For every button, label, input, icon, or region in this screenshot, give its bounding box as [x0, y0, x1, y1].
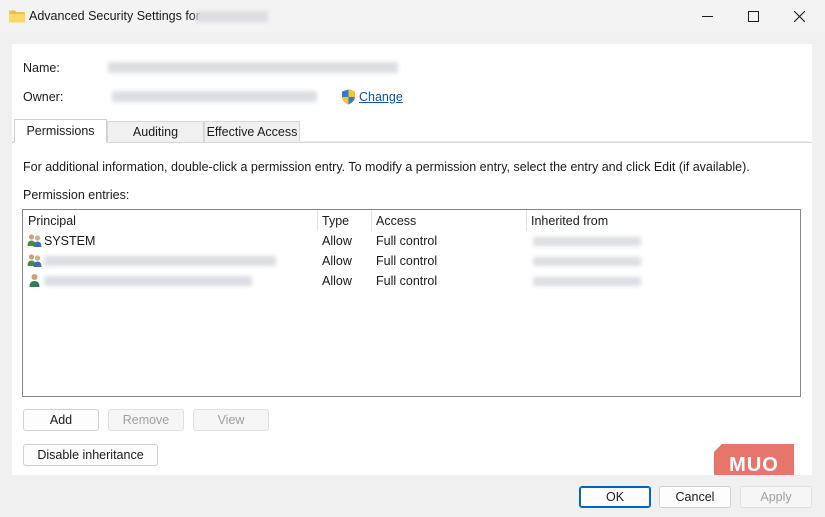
column-header-type[interactable]: Type: [322, 214, 349, 228]
column-divider[interactable]: [317, 210, 318, 231]
cancel-button-label: Cancel: [675, 490, 715, 504]
access-cell: Full control: [376, 254, 438, 268]
maximize-button[interactable]: [730, 0, 776, 32]
change-owner-link[interactable]: Change: [341, 89, 403, 105]
permission-entries-label: Permission entries:: [23, 188, 130, 202]
cancel-button[interactable]: Cancel: [659, 486, 731, 508]
redacted-owner-value: [112, 91, 317, 102]
permissions-panel: For additional information, double-click…: [12, 142, 812, 475]
apply-button-label: Apply: [760, 490, 792, 504]
change-link-label: Change: [359, 90, 403, 104]
minimize-button[interactable]: [684, 0, 730, 32]
add-button[interactable]: Add: [23, 409, 99, 431]
tab-permissions[interactable]: Permissions: [14, 119, 107, 143]
redacted-inherited-from: [533, 237, 641, 246]
folder-icon: [9, 10, 25, 23]
principal-cell: SYSTEM: [44, 234, 96, 248]
group-users-icon: [27, 234, 42, 247]
maximize-icon: [747, 10, 759, 22]
close-icon: [793, 10, 805, 22]
window-title: Advanced Security Settings for: [29, 9, 200, 23]
name-label: Name:: [23, 61, 60, 75]
uac-shield-icon: [342, 89, 355, 105]
tab-auditing-label: Auditing: [132, 125, 179, 139]
apply-button[interactable]: Apply: [740, 486, 812, 508]
close-button[interactable]: [776, 0, 822, 32]
add-button-label: Add: [49, 413, 73, 427]
title-bar: Advanced Security Settings for: [0, 0, 825, 32]
tab-permissions-label: Permissions: [26, 124, 95, 138]
dialog-footer: OK Cancel Apply: [0, 475, 825, 517]
tab-auditing[interactable]: Auditing: [107, 121, 204, 142]
watermark-text: MUO: [729, 454, 779, 476]
access-cell: Full control: [376, 274, 438, 288]
redacted-inherited-from: [533, 257, 641, 266]
column-divider[interactable]: [371, 210, 372, 231]
table-row[interactable]: SYSTEM Allow Full control: [23, 231, 800, 251]
remove-button[interactable]: Remove: [108, 409, 184, 431]
access-cell: Full control: [376, 234, 438, 248]
tab-effective-access[interactable]: Effective Access: [204, 121, 300, 142]
user-icon: [29, 274, 40, 287]
redacted-principal: [44, 276, 252, 286]
redacted-name-value: [108, 62, 398, 73]
owner-label: Owner:: [23, 90, 64, 104]
type-cell: Allow: [322, 274, 352, 288]
redacted-object-name: [196, 11, 268, 22]
disable-inheritance-label: Disable inheritance: [37, 448, 144, 462]
remove-button-label: Remove: [122, 413, 170, 427]
disable-inheritance-button[interactable]: Disable inheritance: [23, 444, 158, 466]
redacted-principal: [44, 256, 276, 266]
permission-entries-list[interactable]: Principal Type Access Inherited from SYS…: [22, 209, 801, 397]
group-users-icon: [27, 254, 42, 267]
ok-button-label: OK: [605, 490, 625, 504]
column-header-inherited-from[interactable]: Inherited from: [531, 214, 608, 228]
type-cell: Allow: [322, 234, 352, 248]
column-header-principal[interactable]: Principal: [28, 214, 76, 228]
view-button-label: View: [217, 413, 245, 427]
type-cell: Allow: [322, 254, 352, 268]
info-text: For additional information, double-click…: [23, 160, 750, 174]
view-button[interactable]: View: [193, 409, 269, 431]
redacted-inherited-from: [533, 277, 641, 286]
table-row[interactable]: Allow Full control: [23, 251, 800, 271]
column-header-access[interactable]: Access: [376, 214, 416, 228]
tab-effective-access-label: Effective Access: [206, 125, 298, 139]
table-row[interactable]: Allow Full control: [23, 271, 800, 291]
minimize-icon: [701, 15, 713, 17]
column-divider[interactable]: [526, 210, 527, 231]
ok-button[interactable]: OK: [579, 486, 651, 508]
